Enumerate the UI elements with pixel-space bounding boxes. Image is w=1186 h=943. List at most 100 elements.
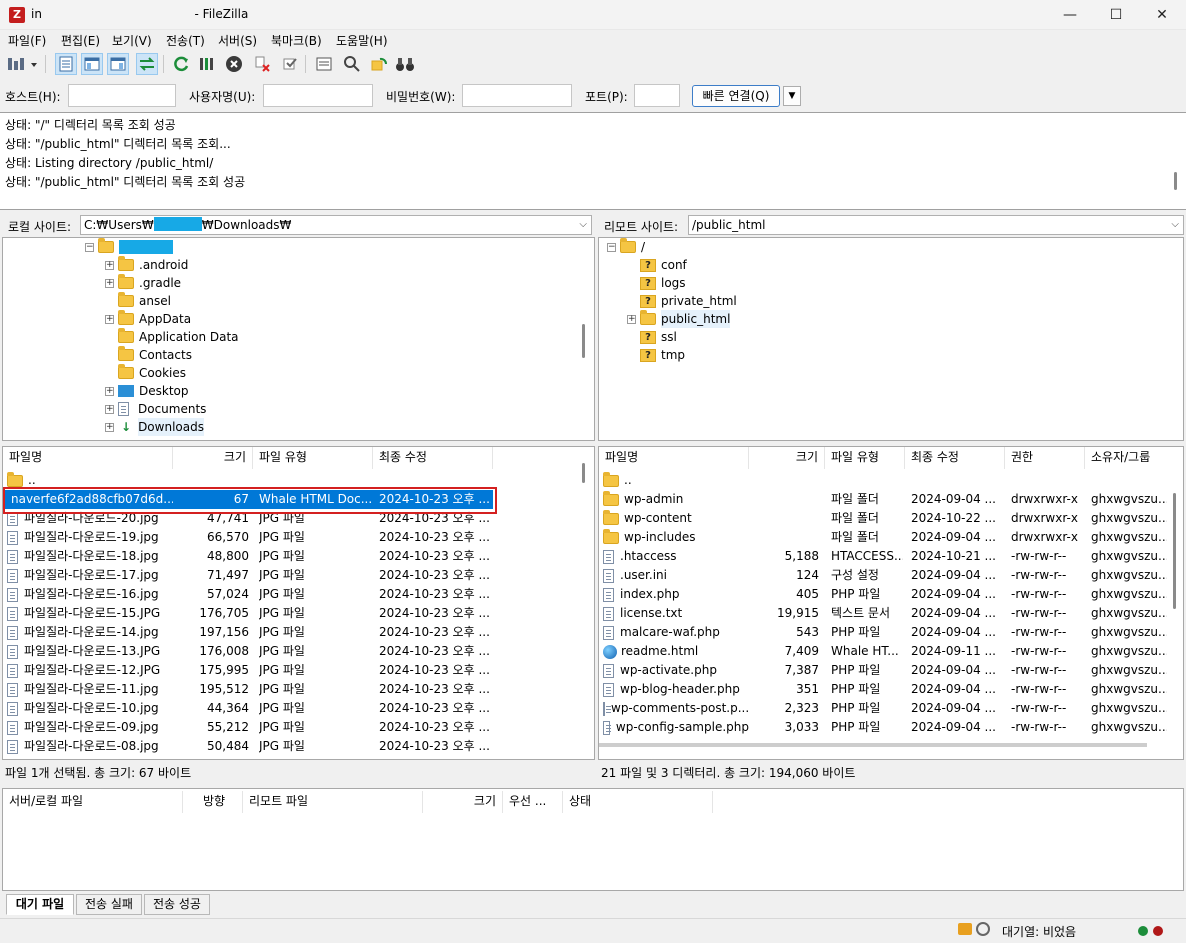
tree-item[interactable]: ? private_html (640, 292, 737, 310)
remote-file-row[interactable]: .user.ini 124 구성 설정 2024-09-04 ... -rw-rw-r-… (599, 566, 1167, 585)
reconnect-button[interactable] (279, 53, 301, 75)
local-file-row[interactable]: 파일질라-다운로드-18.jpg 48,800 JPG 파일 2024-10-23 오… (3, 547, 493, 566)
remote-file-row[interactable]: index.php 405 PHP 파일 2024-09-04 ... -rw-rw-r… (599, 585, 1167, 604)
tree-item[interactable]: ? tmp (640, 346, 685, 364)
dir-compare-button[interactable] (341, 53, 363, 75)
tree-item[interactable]: + .android (105, 256, 188, 274)
port-input[interactable] (634, 84, 680, 107)
local-file-row[interactable]: 파일질라-다운로드-10.jpg 44,364 JPG 파일 2024-10-23 오… (3, 699, 493, 718)
local-list-scrollbar[interactable] (582, 463, 585, 483)
password-input[interactable] (462, 84, 572, 107)
disconnect-button[interactable] (252, 53, 274, 75)
tree-item-downloads[interactable]: + ↓ Downloads (105, 418, 204, 436)
menu-transfer[interactable]: 전송(T) (166, 32, 205, 49)
tree-item[interactable]: + Desktop (105, 382, 189, 400)
remote-file-row[interactable]: .htaccess 5,188 HTACCESS... 2024-10-21 ... -… (599, 547, 1167, 566)
directory-listing-filter-button[interactable] (313, 53, 335, 75)
tree-item[interactable]: Application Data (118, 328, 239, 346)
remote-file-row[interactable]: wp-content 파일 폴더 2024-10-22 ... drwxrwxr-x g… (599, 509, 1167, 528)
queue-column-status[interactable]: 상태 (563, 791, 713, 813)
local-file-row[interactable]: 파일질라-다운로드-08.jpg 50,484 JPG 파일 2024-10-23 오… (3, 737, 493, 756)
local-tree-scrollbar[interactable] (582, 324, 585, 358)
queue-column-priority[interactable]: 우선 ... (503, 791, 563, 813)
toggle-queue-button[interactable] (136, 53, 158, 75)
process-queue-button[interactable] (196, 53, 218, 75)
close-button[interactable]: ✕ (1139, 0, 1185, 30)
tree-item[interactable]: ? ssl (640, 328, 677, 346)
toggle-remote-tree-button[interactable] (107, 53, 129, 75)
column-header-name[interactable]: 파일명 (599, 447, 749, 469)
tree-item[interactable]: + Documents (105, 400, 206, 418)
tree-item[interactable]: ? logs (640, 274, 686, 292)
tree-item-user[interactable]: − (85, 238, 173, 256)
maximize-button[interactable]: ☐ (1093, 0, 1139, 30)
local-file-row[interactable]: 파일질라-다운로드-15.JPG 176,705 JPG 파일 2024-10-23 … (3, 604, 493, 623)
menu-edit[interactable]: 편집(E) (61, 32, 100, 49)
column-header-type[interactable]: 파일 유형 (253, 447, 373, 469)
remote-file-row[interactable]: wp-admin 파일 폴더 2024-09-04 ... drwxrwxr-x ghx… (599, 490, 1167, 509)
remote-file-row[interactable]: wp-includes 파일 폴더 2024-09-04 ... drwxrwxr-x… (599, 528, 1167, 547)
search-files-button[interactable] (394, 53, 416, 75)
menu-bookmarks[interactable]: 북마크(B) (271, 32, 322, 49)
expand-icon[interactable]: + (105, 278, 114, 288)
local-file-row[interactable]: 파일질라-다운로드-12.JPG 175,995 JPG 파일 2024-10-23 … (3, 661, 493, 680)
username-input[interactable] (263, 84, 373, 107)
remote-file-row[interactable]: license.txt 19,915 텍스트 문서 2024-09-04 ... -rw… (599, 604, 1167, 623)
toggle-log-button[interactable] (55, 53, 77, 75)
menu-help[interactable]: 도움말(H) (336, 32, 388, 49)
queue-column-direction[interactable]: 방향 (183, 791, 243, 813)
tree-item[interactable]: Contacts (118, 346, 192, 364)
remote-file-row[interactable]: wp-config-sample.php 3,033 PHP 파일 2024-09-0… (599, 718, 1167, 737)
column-header-modified[interactable]: 최종 수정 (373, 447, 493, 469)
local-file-row[interactable]: 파일질라-다운로드-13.JPG 176,008 JPG 파일 2024-10-23 … (3, 642, 493, 661)
remote-file-row[interactable]: wp-comments-post.p... 2,323 PHP 파일 2024-09-… (599, 699, 1167, 718)
tree-item[interactable]: + .gradle (105, 274, 181, 292)
sync-browse-button[interactable] (368, 53, 390, 75)
remote-list-hscrollbar[interactable] (599, 743, 1147, 747)
queue-column-remote-file[interactable]: 리모트 파일 (243, 791, 423, 813)
column-header-size[interactable]: 크기 (173, 447, 253, 469)
expand-icon[interactable]: + (105, 314, 114, 324)
column-header-type[interactable]: 파일 유형 (825, 447, 905, 469)
expand-icon[interactable]: + (627, 314, 636, 324)
tree-item[interactable]: ansel (118, 292, 171, 310)
remote-list-scrollbar[interactable] (1173, 493, 1176, 609)
menu-view[interactable]: 보기(V) (112, 32, 152, 49)
remote-path-input[interactable]: /public_html ⌵ (688, 215, 1184, 235)
toggle-local-tree-button[interactable] (81, 53, 103, 75)
tree-item[interactable]: Cookies (118, 364, 186, 382)
local-file-row[interactable]: 파일질라-다운로드-14.jpg 197,156 JPG 파일 2024-10-23 … (3, 623, 493, 642)
local-file-row[interactable]: 파일질라-다운로드-16.jpg 57,024 JPG 파일 2024-10-23 오… (3, 585, 493, 604)
local-file-row[interactable]: 파일질라-다운로드-11.jpg 195,512 JPG 파일 2024-10-23 … (3, 680, 493, 699)
expand-icon[interactable]: + (105, 404, 114, 414)
local-file-row[interactable]: 파일질라-다운로드-17.jpg 71,497 JPG 파일 2024-10-23 오… (3, 566, 493, 585)
local-path-input[interactable]: C:₩Users₩ ₩Downloads₩ ⌵ (80, 215, 592, 235)
local-file-row[interactable]: 파일질라-다운로드-09.jpg 55,212 JPG 파일 2024-10-23 오… (3, 718, 493, 737)
remote-file-row[interactable]: wp-blog-header.php 351 PHP 파일 2024-09-04 ..… (599, 680, 1167, 699)
tab-queued-files[interactable]: 대기 파일 (6, 894, 74, 915)
tree-item[interactable]: + AppData (105, 310, 191, 328)
collapse-icon[interactable]: − (607, 242, 616, 252)
collapse-icon[interactable]: − (85, 242, 94, 252)
log-scrollbar[interactable] (1174, 172, 1177, 190)
remote-file-row[interactable]: .. (599, 471, 1167, 490)
remote-file-row[interactable]: malcare-waf.php 543 PHP 파일 2024-09-04 ... -r… (599, 623, 1167, 642)
quick-connect-history-button[interactable]: ▼ (783, 86, 801, 106)
remote-file-row[interactable]: wp-activate.php 7,387 PHP 파일 2024-09-04 ...… (599, 661, 1167, 680)
cancel-operation-button[interactable] (223, 53, 245, 75)
tree-item[interactable]: ? conf (640, 256, 687, 274)
host-input[interactable] (68, 84, 176, 107)
tree-item-root[interactable]: − / (607, 238, 645, 256)
minimize-button[interactable]: — (1047, 0, 1093, 30)
menu-file[interactable]: 파일(F) (8, 32, 46, 49)
column-header-size[interactable]: 크기 (749, 447, 825, 469)
expand-icon[interactable]: + (105, 260, 114, 270)
tree-item-public-html[interactable]: + public_html (627, 310, 731, 328)
local-file-row[interactable]: 파일질라-다운로드-19.jpg 66,570 JPG 파일 2024-10-23 오… (3, 528, 493, 547)
queue-column-size[interactable]: 크기 (423, 791, 503, 813)
quick-connect-button[interactable]: 빠른 연결(Q) (692, 85, 780, 107)
column-header-permissions[interactable]: 권한 (1005, 447, 1085, 469)
refresh-button[interactable] (170, 53, 192, 75)
menu-server[interactable]: 서버(S) (218, 32, 257, 49)
tab-failed-transfers[interactable]: 전송 실패 (76, 894, 142, 915)
